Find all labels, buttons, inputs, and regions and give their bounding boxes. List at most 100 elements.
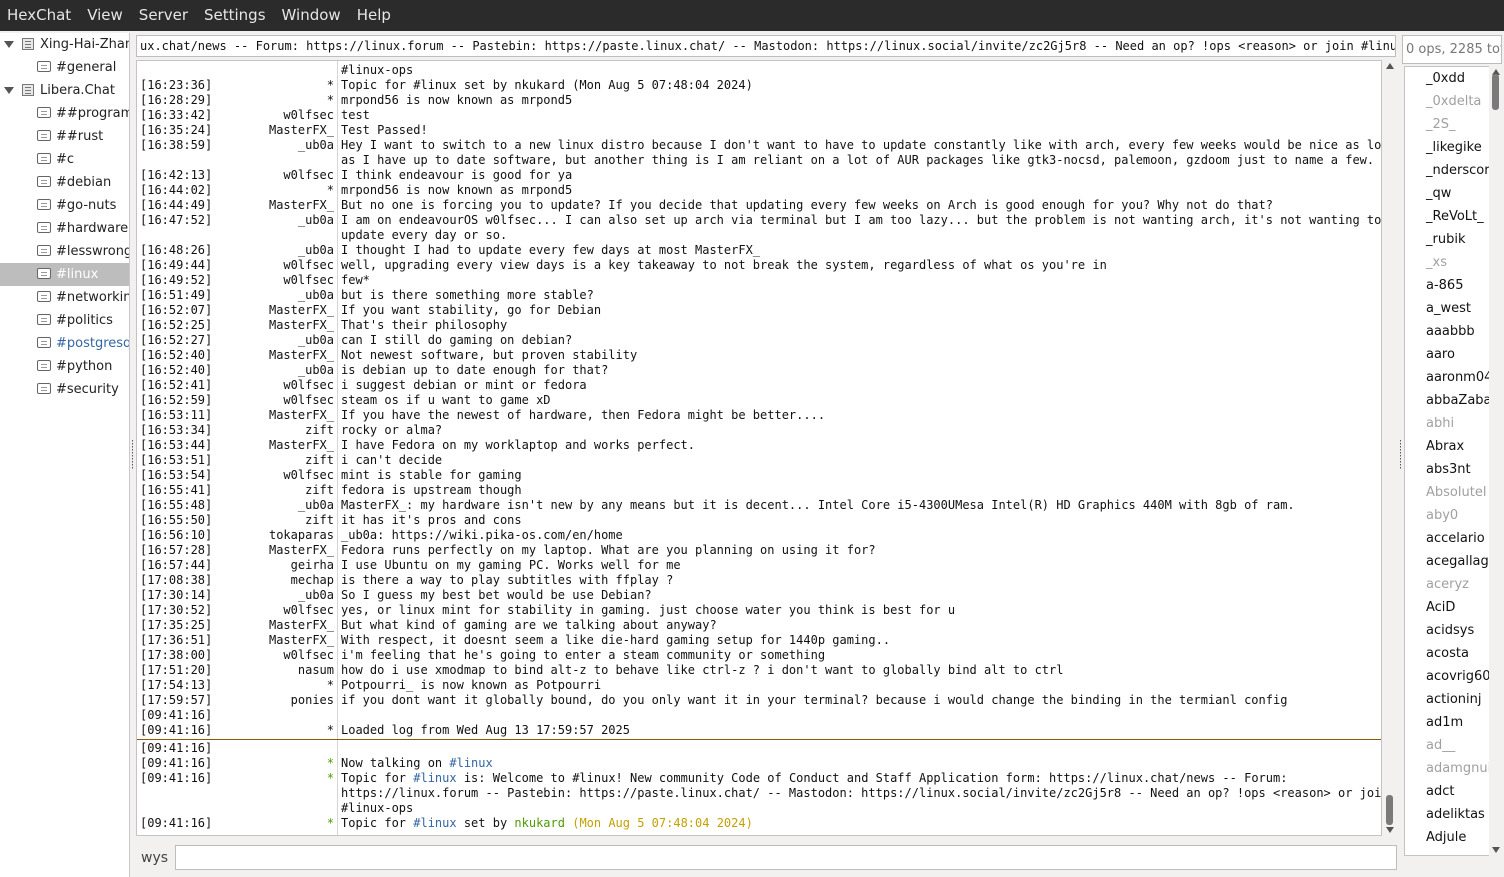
user-item[interactable]: abs3nt xyxy=(1426,458,1471,481)
channel-item[interactable]: #go-nuts xyxy=(0,194,129,217)
nick[interactable]: ponies xyxy=(291,693,334,708)
nick[interactable]: w0lfsec xyxy=(283,603,334,618)
user-item[interactable]: aby0 xyxy=(1426,504,1458,527)
channel-item[interactable]: #security xyxy=(0,378,129,401)
user-item[interactable]: actioninj xyxy=(1426,688,1481,711)
channel-item[interactable]: #postgresql xyxy=(0,332,129,355)
nick[interactable]: zift xyxy=(305,423,334,438)
user-item[interactable]: _nderscor xyxy=(1426,159,1489,182)
user-item[interactable]: _0xdelta xyxy=(1426,90,1481,113)
user-item[interactable]: adct xyxy=(1426,780,1454,803)
nick[interactable]: tokaparas xyxy=(269,528,334,543)
nick[interactable]: w0lfsec xyxy=(283,378,334,393)
user-item[interactable]: acosta xyxy=(1426,642,1469,665)
user-item[interactable]: aaronm04 xyxy=(1426,366,1489,389)
nick[interactable]: * xyxy=(327,93,334,108)
scroll-up-icon[interactable] xyxy=(1386,63,1394,69)
nick[interactable]: MasterFX_ xyxy=(269,348,334,363)
user-item[interactable]: a_west xyxy=(1426,297,1471,320)
nick[interactable]: geirha xyxy=(291,558,334,573)
user-item[interactable]: AciD xyxy=(1426,596,1455,619)
user-item[interactable]: Adjule xyxy=(1426,826,1466,849)
user-item[interactable]: abhi xyxy=(1426,412,1454,435)
user-item[interactable]: abbaZaba xyxy=(1426,389,1489,412)
chat-log[interactable]: #linux-ops [16:23:36] * Topic for #linux se… xyxy=(136,60,1382,836)
channel-item[interactable]: #python xyxy=(0,355,129,378)
user-item[interactable]: aceryz xyxy=(1426,573,1469,596)
nick[interactable]: MasterFX_ xyxy=(269,618,334,633)
nick[interactable]: mechap xyxy=(291,573,334,588)
user-item[interactable]: _0xdd xyxy=(1426,67,1465,90)
nick-link[interactable]: nkukard xyxy=(514,816,565,830)
nick[interactable]: zift xyxy=(305,513,334,528)
user-item[interactable]: a-865 xyxy=(1426,274,1463,297)
channel-item[interactable]: ##rust xyxy=(0,125,129,148)
user-item[interactable]: _xs xyxy=(1426,251,1447,274)
nick[interactable]: MasterFX_ xyxy=(269,543,334,558)
user-item[interactable]: accelario xyxy=(1426,527,1485,550)
channel-item[interactable]: #hardware xyxy=(0,217,129,240)
nick[interactable]: w0lfsec xyxy=(283,393,334,408)
nick[interactable]: * xyxy=(327,723,334,738)
nick[interactable]: _ub0a xyxy=(298,138,334,153)
menu-view[interactable]: View xyxy=(79,0,131,31)
nick[interactable]: MasterFX_ xyxy=(269,633,334,648)
user-item[interactable]: ad1m xyxy=(1426,711,1463,734)
nick[interactable]: w0lfsec xyxy=(283,648,334,663)
userlist-scrollbar[interactable] xyxy=(1489,66,1503,856)
nick[interactable]: _ub0a xyxy=(298,363,334,378)
user-item[interactable]: aaabbb xyxy=(1426,320,1475,343)
user-item[interactable]: _qw xyxy=(1426,182,1451,205)
user-item[interactable]: acegallag xyxy=(1426,550,1489,573)
nick[interactable]: zift xyxy=(305,453,334,468)
menu-hexchat[interactable]: HexChat xyxy=(0,0,79,31)
user-item[interactable]: _likegike xyxy=(1426,136,1482,159)
expand-arrow-icon[interactable] xyxy=(4,87,14,94)
user-item[interactable]: Abrax xyxy=(1426,435,1464,458)
user-item[interactable]: _rubik xyxy=(1426,228,1465,251)
user-item[interactable]: aaro xyxy=(1426,343,1455,366)
channel-item[interactable]: #networking xyxy=(0,286,129,309)
server-node[interactable]: Libera.Chat xyxy=(0,79,129,102)
channel-item[interactable]: #c xyxy=(0,148,129,171)
channel-item[interactable]: #lesswrong xyxy=(0,240,129,263)
nick[interactable]: zift xyxy=(305,483,334,498)
channel-item[interactable]: #politics xyxy=(0,309,129,332)
menu-window[interactable]: Window xyxy=(274,0,349,31)
nick[interactable]: _ub0a xyxy=(298,213,334,228)
channel-link[interactable]: #linux xyxy=(413,771,456,785)
user-item[interactable]: _ReVoLt_ xyxy=(1426,205,1484,228)
channel-link[interactable]: #linux xyxy=(413,816,456,830)
scroll-thumb[interactable] xyxy=(1492,74,1499,110)
user-item[interactable]: _2S_ xyxy=(1426,113,1456,136)
nick[interactable]: _ub0a xyxy=(298,243,334,258)
user-item[interactable]: ad__ xyxy=(1426,734,1455,757)
message-input[interactable] xyxy=(175,845,1397,870)
user-item[interactable]: Absolutel xyxy=(1426,481,1486,504)
nick[interactable]: MasterFX_ xyxy=(269,123,334,138)
channel-item[interactable]: #general xyxy=(0,56,129,79)
nick[interactable]: * xyxy=(327,678,334,693)
nick[interactable]: MasterFX_ xyxy=(269,438,334,453)
channel-item[interactable]: #linux xyxy=(0,263,129,286)
nick[interactable]: w0lfsec xyxy=(283,168,334,183)
channel-item[interactable]: #debian xyxy=(0,171,129,194)
server-node[interactable]: Xing-Hai-Zhan xyxy=(0,33,129,56)
channel-link[interactable]: #linux xyxy=(449,756,492,770)
nick[interactable]: _ub0a xyxy=(298,588,334,603)
scroll-down-icon[interactable] xyxy=(1386,827,1394,833)
nick[interactable]: * xyxy=(327,183,334,198)
nick[interactable]: MasterFX_ xyxy=(269,408,334,423)
nick[interactable]: MasterFX_ xyxy=(269,303,334,318)
tree-resize-handle[interactable] xyxy=(131,440,134,470)
nick[interactable]: * xyxy=(327,78,334,93)
menu-server[interactable]: Server xyxy=(131,0,196,31)
nick[interactable]: w0lfsec xyxy=(283,468,334,483)
nick[interactable]: MasterFX_ xyxy=(269,318,334,333)
topic-bar[interactable]: ux.chat/news -- Forum: https://linux.for… xyxy=(136,35,1396,57)
nick[interactable]: MasterFX_ xyxy=(269,198,334,213)
expand-arrow-icon[interactable] xyxy=(4,41,14,48)
scroll-thumb[interactable] xyxy=(1386,795,1393,825)
menu-help[interactable]: Help xyxy=(349,0,399,31)
scroll-down-icon[interactable] xyxy=(1492,847,1500,853)
